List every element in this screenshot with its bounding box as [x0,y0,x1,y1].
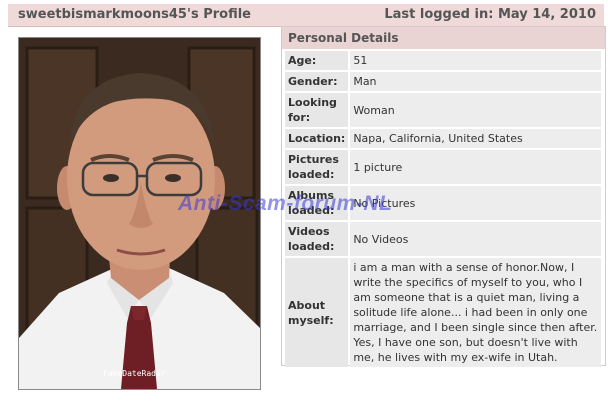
detail-label: Looking for: [285,93,349,127]
detail-value: No Videos [350,222,601,256]
detail-value: 1 picture [350,150,601,184]
detail-row-location: Location: Napa, California, United State… [285,129,601,148]
detail-row-pictures: Pictures loaded: 1 picture [285,150,601,184]
watermark-text: Anti-Scam-forum-NL [178,192,393,215]
detail-label: Pictures loaded: [285,150,349,184]
detail-value: Napa, California, United States [350,129,601,148]
personal-details-title: Personal Details [282,27,605,49]
detail-label: Gender: [285,72,349,91]
detail-row-looking-for: Looking for: Woman [285,93,601,127]
detail-label: Location: [285,129,349,148]
detail-value: Man [350,72,601,91]
profile-header: sweetbismarkmoons45's Profile Last logge… [8,4,604,27]
last-logged-in: Last logged in: May 14, 2010 [384,7,596,22]
photo-caption: FakeDateRadar [103,369,166,378]
detail-label: Videos loaded: [285,222,349,256]
profile-title: sweetbismarkmoons45's Profile [18,7,251,22]
detail-label: About myself: [285,258,349,367]
detail-row-age: Age: 51 [285,51,601,70]
detail-row-about: About myself: i am a man with a sense of… [285,258,601,367]
detail-label: Age: [285,51,349,70]
detail-value: Woman [350,93,601,127]
detail-value-about: i am a man with a sense of honor.Now, I … [350,258,601,367]
detail-row-videos: Videos loaded: No Videos [285,222,601,256]
detail-value: 51 [350,51,601,70]
detail-row-gender: Gender: Man [285,72,601,91]
